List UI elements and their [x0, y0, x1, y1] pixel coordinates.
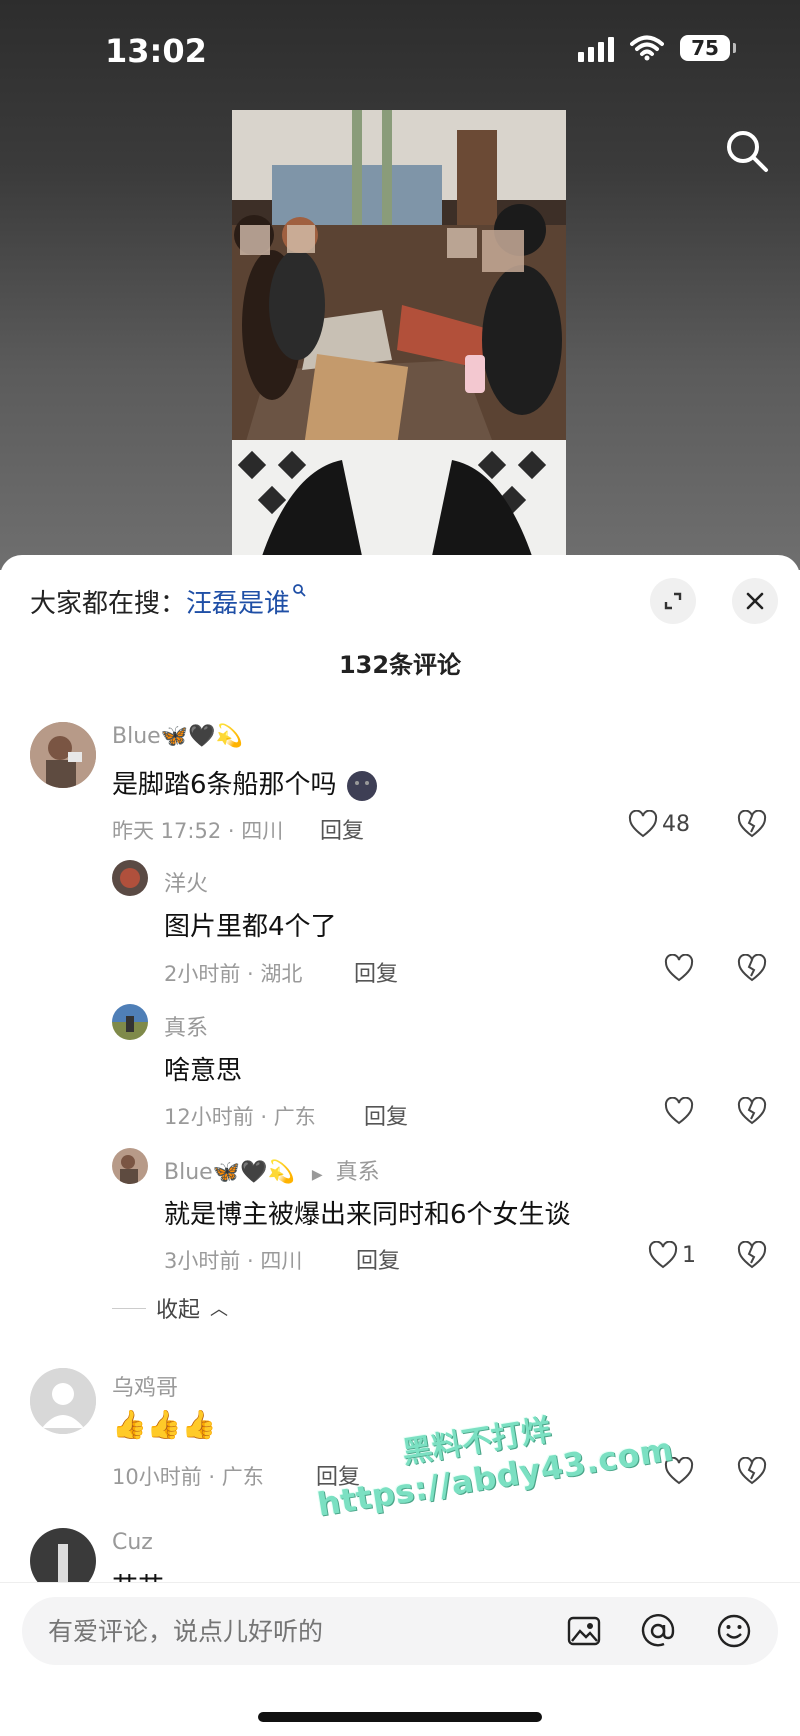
- comment-input[interactable]: [46, 1616, 470, 1647]
- like-button[interactable]: 48: [628, 810, 690, 838]
- hot-search-label: 大家都在搜：: [30, 589, 187, 619]
- like-button[interactable]: 1: [648, 1241, 696, 1269]
- expand-button[interactable]: [650, 578, 696, 624]
- avatar[interactable]: [112, 1004, 148, 1040]
- comment-username[interactable]: Cuz: [112, 1530, 153, 1555]
- comment-meta: 昨天 17:52 · 四川: [112, 819, 284, 843]
- reply-button[interactable]: 回复: [320, 813, 364, 845]
- reply-username[interactable]: 真系: [164, 1010, 208, 1042]
- reply-meta: 3小时前 · 四川: [164, 1249, 303, 1273]
- home-indicator: [258, 1712, 542, 1722]
- hot-search[interactable]: 大家都在搜：汪磊是谁: [30, 583, 306, 620]
- like-count: 48: [662, 811, 690, 837]
- comment-username[interactable]: Blue🦋🖤💫: [112, 724, 243, 749]
- heart-icon[interactable]: [664, 954, 694, 982]
- broken-heart-icon[interactable]: [737, 1097, 767, 1125]
- comment-input-container[interactable]: [22, 1597, 778, 1665]
- comment-text: 👍👍👍: [112, 1408, 217, 1441]
- broken-heart-icon[interactable]: [737, 954, 767, 982]
- reply-username: Blue🦋🖤💫 ▶ 真系: [164, 1154, 380, 1186]
- emoji-icon: [346, 770, 377, 801]
- search-icon: [293, 584, 306, 597]
- reply-text: 图片里都4个了: [164, 912, 337, 942]
- emoji-icon[interactable]: [716, 1613, 752, 1649]
- post-image[interactable]: [232, 110, 566, 556]
- reply-button[interactable]: 回复: [354, 956, 398, 988]
- close-icon: [746, 592, 764, 610]
- broken-heart-icon[interactable]: [737, 1457, 767, 1485]
- comment-count: 132条评论: [338, 651, 462, 679]
- broken-heart-icon[interactable]: [737, 810, 767, 838]
- heart-icon: [628, 810, 658, 838]
- comment-text: 是脚踏6条船那个吗: [112, 764, 379, 803]
- reply-to-username[interactable]: 真系: [336, 1160, 380, 1185]
- reply-username[interactable]: 洋火: [164, 866, 208, 898]
- search-icon[interactable]: [722, 126, 772, 176]
- avatar[interactable]: [112, 860, 148, 896]
- expand-icon: [664, 592, 682, 610]
- reply-text: 就是博主被爆出来同时和6个女生谈: [164, 1200, 571, 1230]
- like-count: 1: [682, 1242, 696, 1268]
- broken-heart-icon[interactable]: [737, 1241, 767, 1269]
- mention-icon[interactable]: [640, 1613, 676, 1649]
- avatar[interactable]: [30, 1368, 96, 1434]
- reply-text: 啥意思: [164, 1056, 243, 1086]
- avatar[interactable]: [112, 1148, 148, 1184]
- status-time: 13:02: [105, 32, 207, 70]
- divider: [112, 1307, 146, 1309]
- reply-button[interactable]: 回复: [356, 1243, 400, 1275]
- image-icon[interactable]: [566, 1613, 602, 1649]
- wifi-icon: [630, 35, 664, 61]
- comment-username[interactable]: 乌鸡哥: [112, 1370, 178, 1402]
- reply-meta: 12小时前 · 广东: [164, 1105, 316, 1129]
- collapse-replies-button[interactable]: 收起 ︿: [112, 1292, 228, 1324]
- avatar[interactable]: [30, 722, 96, 788]
- comment-text: 艹艹: [112, 1566, 164, 1582]
- heart-icon: [648, 1241, 678, 1269]
- battery-indicator: 75: [680, 35, 736, 61]
- chevron-up-icon: ︿: [210, 1299, 229, 1320]
- comment-meta: 10小时前 · 广东: [112, 1465, 264, 1489]
- reply-arrow-icon: ▶: [311, 1167, 323, 1183]
- close-button[interactable]: [732, 578, 778, 624]
- collapse-label: 收起: [156, 1298, 201, 1323]
- hot-search-keyword[interactable]: 汪磊是谁: [186, 589, 290, 619]
- signal-icon: [578, 34, 614, 62]
- heart-icon[interactable]: [664, 1097, 694, 1125]
- reply-username-link[interactable]: Blue🦋🖤💫: [164, 1160, 295, 1185]
- status-icons: 75: [578, 34, 736, 62]
- reply-meta: 2小时前 · 湖北: [164, 962, 303, 986]
- reply-button[interactable]: 回复: [364, 1099, 408, 1131]
